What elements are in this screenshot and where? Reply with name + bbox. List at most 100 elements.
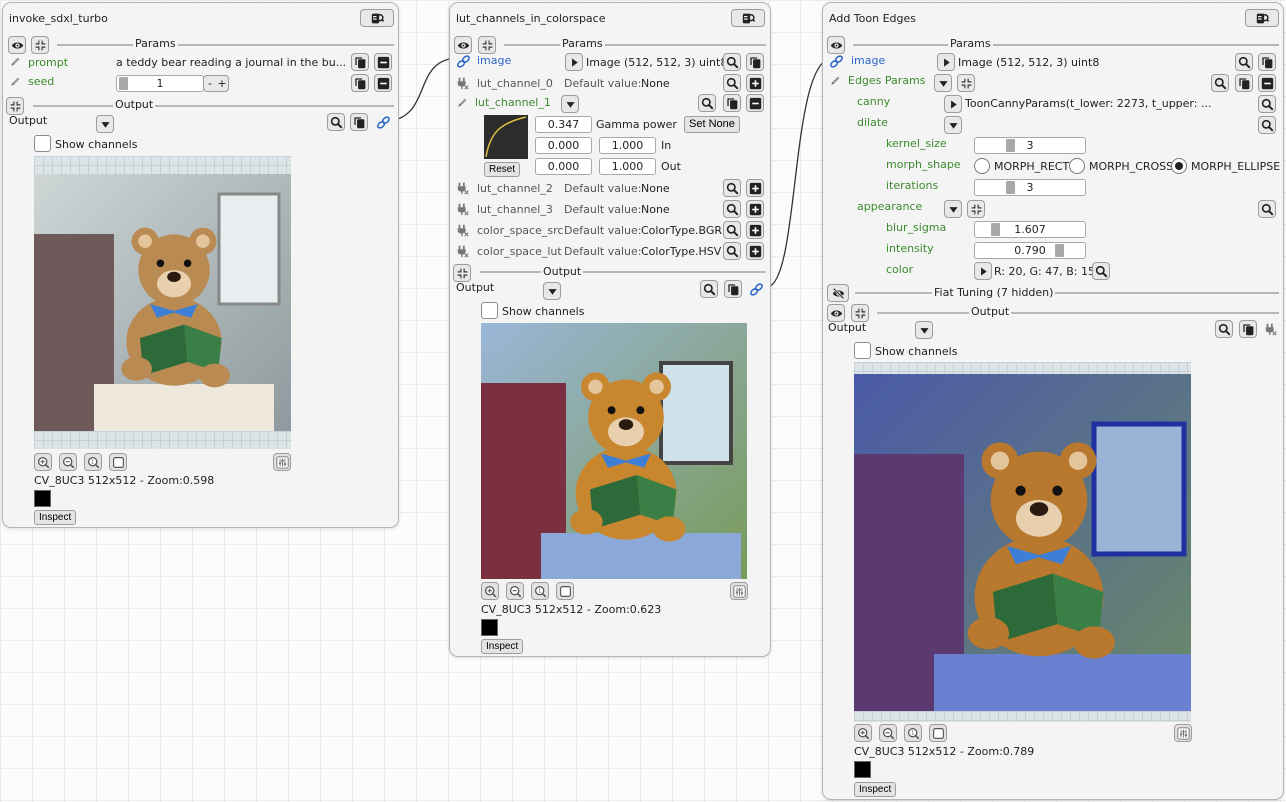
seed-stepper[interactable]: - + — [203, 75, 229, 92]
zoom-icon[interactable] — [327, 113, 345, 131]
node-add-toon-edges[interactable]: Add Toon Edges Params image Image (512, … — [822, 2, 1284, 800]
zoom-icon[interactable] — [1211, 74, 1229, 92]
appearance-dropdown[interactable] — [944, 200, 962, 218]
seed-increment-button[interactable]: + — [216, 76, 228, 91]
node-lut-channels-in-colorspace[interactable]: lut_channels_in_colorspace Params image … — [449, 2, 771, 657]
show-channels-checkbox[interactable] — [854, 342, 871, 359]
zoom-out-icon[interactable] — [59, 453, 77, 471]
kernel-size-slider[interactable]: 3 — [974, 137, 1086, 154]
eye-icon[interactable] — [827, 36, 845, 54]
show-channels-checkbox[interactable] — [34, 135, 51, 152]
window-button[interactable] — [360, 9, 394, 27]
zoom-icon[interactable] — [723, 200, 741, 218]
zoom-icon[interactable] — [723, 242, 741, 260]
out-high-input[interactable]: 1.000 — [599, 158, 656, 175]
morph-cross-radio[interactable] — [1069, 158, 1085, 174]
window-button[interactable] — [1245, 9, 1279, 27]
eye-icon[interactable] — [454, 36, 472, 54]
expand-icon[interactable] — [974, 262, 992, 280]
morph-rect-radio[interactable] — [974, 158, 990, 174]
seed-decrement-button[interactable]: - — [204, 76, 216, 91]
zoom-reset-icon[interactable] — [84, 453, 102, 471]
blur-sigma-slider[interactable]: 1.607 — [974, 221, 1086, 238]
reset-button[interactable]: Reset — [484, 162, 521, 177]
collapse-icon[interactable] — [967, 200, 985, 218]
iterations-slider[interactable]: 3 — [974, 179, 1086, 196]
copy-icon[interactable] — [1235, 74, 1253, 92]
dilate-dropdown[interactable] — [944, 116, 962, 134]
collapse-icon[interactable] — [6, 97, 24, 115]
output-dropdown[interactable] — [96, 115, 114, 133]
add-icon[interactable] — [746, 221, 764, 239]
image-viewer[interactable] — [854, 362, 1191, 722]
link-icon[interactable] — [456, 54, 471, 69]
link-icon[interactable] — [749, 282, 764, 297]
set-none-button[interactable]: Set None — [684, 116, 740, 133]
zoom-in-icon[interactable] — [854, 724, 872, 742]
zoom-icon[interactable] — [1258, 95, 1276, 113]
copy-icon[interactable] — [350, 113, 368, 131]
remove-icon[interactable] — [374, 74, 392, 92]
zoom-in-icon[interactable] — [481, 582, 499, 600]
copy-icon[interactable] — [351, 74, 369, 92]
output-dropdown[interactable] — [915, 321, 933, 339]
out-low-input[interactable]: 0.000 — [535, 158, 592, 175]
param-value-prompt[interactable]: a teddy bear reading a journal in the bu… — [116, 56, 346, 69]
expand-icon[interactable] — [937, 53, 955, 71]
expand-icon[interactable] — [944, 95, 962, 113]
zoom-icon[interactable] — [1235, 53, 1253, 71]
node-invoke-sdxl-turbo[interactable]: invoke_sdxl_turbo Params prompt a teddy … — [2, 2, 399, 528]
show-channels-checkbox[interactable] — [481, 302, 498, 319]
zoom-icon[interactable] — [1215, 320, 1233, 338]
add-icon[interactable] — [746, 74, 764, 92]
image-viewer[interactable] — [34, 156, 291, 449]
zoom-out-icon[interactable] — [879, 724, 897, 742]
seed-slider[interactable]: 1 — [116, 75, 204, 92]
copy-icon[interactable] — [724, 280, 742, 298]
zoom-icon[interactable] — [700, 280, 718, 298]
tune-icon[interactable] — [1174, 724, 1192, 742]
zoom-fit-icon[interactable] — [109, 453, 127, 471]
collapse-icon[interactable] — [31, 36, 49, 54]
zoom-in-icon[interactable] — [34, 453, 52, 471]
zoom-icon[interactable] — [723, 53, 741, 71]
copy-icon[interactable] — [723, 94, 741, 112]
zoom-reset-icon[interactable] — [531, 582, 549, 600]
collapse-icon[interactable] — [851, 304, 869, 322]
collapse-icon[interactable] — [453, 264, 471, 282]
add-icon[interactable] — [746, 179, 764, 197]
remove-icon[interactable] — [746, 94, 764, 112]
inspect-button[interactable]: Inspect — [854, 782, 897, 797]
add-icon[interactable] — [746, 242, 764, 260]
lut-channel-1-dropdown[interactable] — [561, 95, 579, 113]
zoom-icon[interactable] — [1092, 262, 1110, 280]
tune-icon[interactable] — [730, 582, 748, 600]
add-icon[interactable] — [746, 200, 764, 218]
copy-icon[interactable] — [351, 53, 369, 71]
link-icon[interactable] — [376, 115, 391, 130]
link-icon[interactable] — [829, 54, 844, 69]
zoom-icon[interactable] — [723, 179, 741, 197]
remove-icon[interactable] — [374, 53, 392, 71]
zoom-reset-icon[interactable] — [904, 724, 922, 742]
intensity-slider[interactable]: 0.790 — [974, 242, 1086, 259]
window-button[interactable] — [731, 9, 765, 27]
gamma-power-input[interactable]: 0.347 — [535, 116, 592, 133]
collapse-icon[interactable] — [478, 36, 496, 54]
in-low-input[interactable]: 0.000 — [535, 137, 592, 154]
eye-icon[interactable] — [827, 304, 845, 322]
output-dropdown[interactable] — [543, 282, 561, 300]
zoom-fit-icon[interactable] — [929, 724, 947, 742]
in-high-input[interactable]: 1.000 — [599, 137, 656, 154]
morph-ellipse-radio[interactable] — [1171, 158, 1187, 174]
tune-icon[interactable] — [273, 453, 291, 471]
zoom-icon[interactable] — [698, 94, 716, 112]
copy-icon[interactable] — [1239, 320, 1257, 338]
inspect-button[interactable]: Inspect — [481, 639, 524, 654]
remove-icon[interactable] — [1258, 74, 1276, 92]
copy-icon[interactable] — [1258, 53, 1276, 71]
edges-params-dropdown[interactable] — [934, 74, 952, 92]
zoom-icon[interactable] — [1258, 116, 1276, 134]
zoom-fit-icon[interactable] — [556, 582, 574, 600]
collapse-icon[interactable] — [957, 74, 975, 92]
